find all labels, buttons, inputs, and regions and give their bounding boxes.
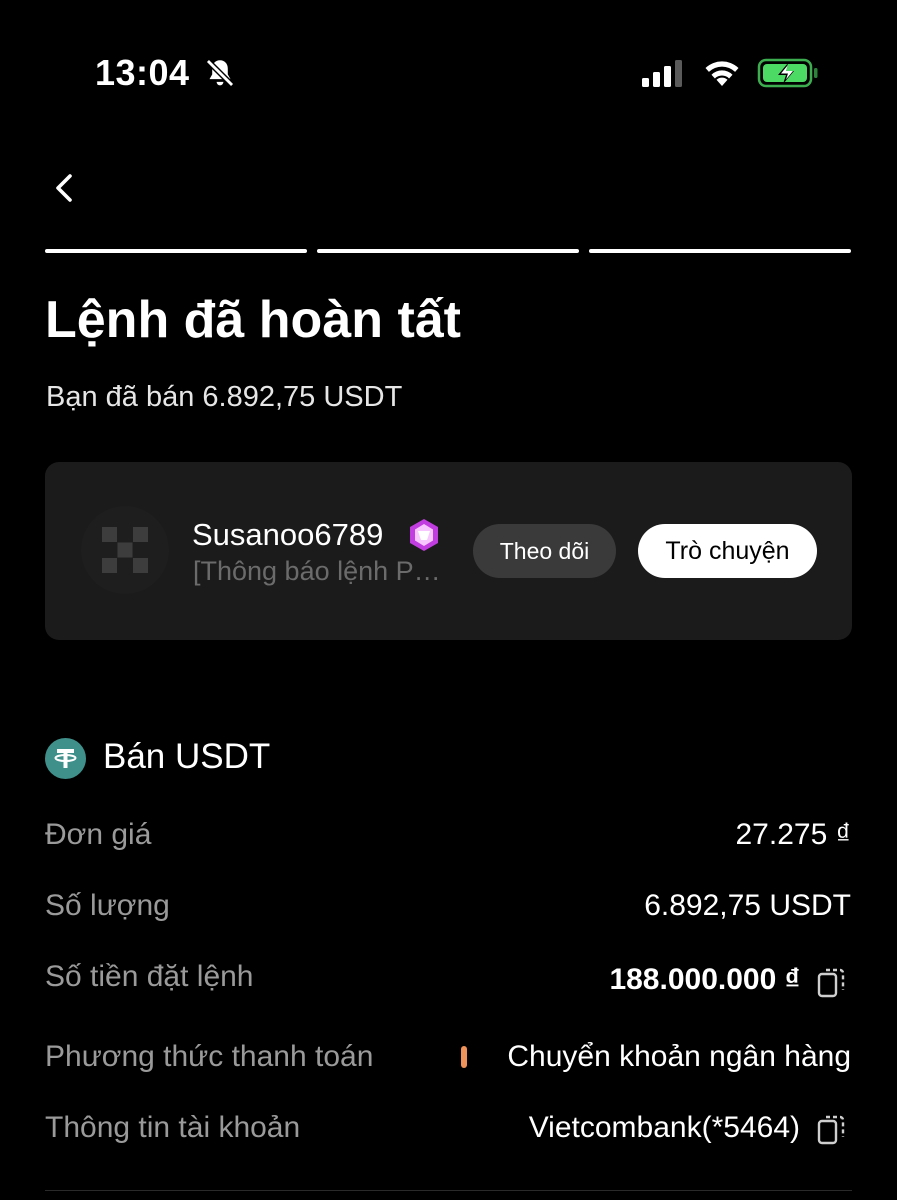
progress-step-1 (45, 249, 307, 253)
cellular-signal-icon (642, 60, 682, 87)
account-info-label: Thông tin tài khoản (45, 1111, 301, 1144)
quantity-label: Số lượng (45, 889, 170, 922)
okx-logo-icon (102, 527, 148, 573)
payment-method-value: Chuyển khoản ngân hàng (507, 1040, 851, 1073)
payment-method-color-tag (461, 1046, 467, 1068)
usdt-token-icon (45, 738, 86, 779)
unit-price-value: 27.275 ₫ (735, 818, 852, 851)
chat-button[interactable]: Trò chuyện (638, 524, 817, 578)
copy-amount-icon[interactable] (817, 965, 847, 999)
section-title: Bán USDT (103, 737, 271, 776)
avatar[interactable] (81, 506, 169, 594)
battery-charging-icon (757, 58, 818, 88)
account-info-value: Vietcombank(*5464) (528, 1111, 800, 1144)
unit-price-label: Đơn giá (45, 818, 152, 851)
quantity-value: 6.892,75 USDT (644, 889, 851, 922)
merchant-name[interactable]: Susanoo6789 (192, 517, 383, 553)
order-summary-text: Bạn đã bán 6.892,75 USDT (46, 381, 403, 413)
follow-button[interactable]: Theo dõi (473, 524, 616, 578)
back-arrow-icon[interactable] (48, 168, 84, 208)
progress-step-2 (317, 249, 579, 253)
progress-step-3 (589, 249, 851, 253)
payment-method-label: Phương thức thanh toán (45, 1040, 374, 1073)
order-amount-label: Số tiền đặt lệnh (45, 960, 254, 993)
bell-muted-icon (205, 58, 235, 88)
divider (45, 1190, 852, 1191)
copy-account-icon[interactable] (817, 1112, 847, 1146)
status-time: 13:04 (95, 52, 190, 93)
page-title: Lệnh đã hoàn tất (45, 291, 461, 349)
order-amount-value: 188.000.000 ₫ (609, 963, 800, 996)
verified-merchant-badge-icon (410, 519, 438, 551)
wifi-icon (705, 61, 739, 86)
merchant-message-preview: [Thông báo lệnh P… (193, 556, 441, 586)
